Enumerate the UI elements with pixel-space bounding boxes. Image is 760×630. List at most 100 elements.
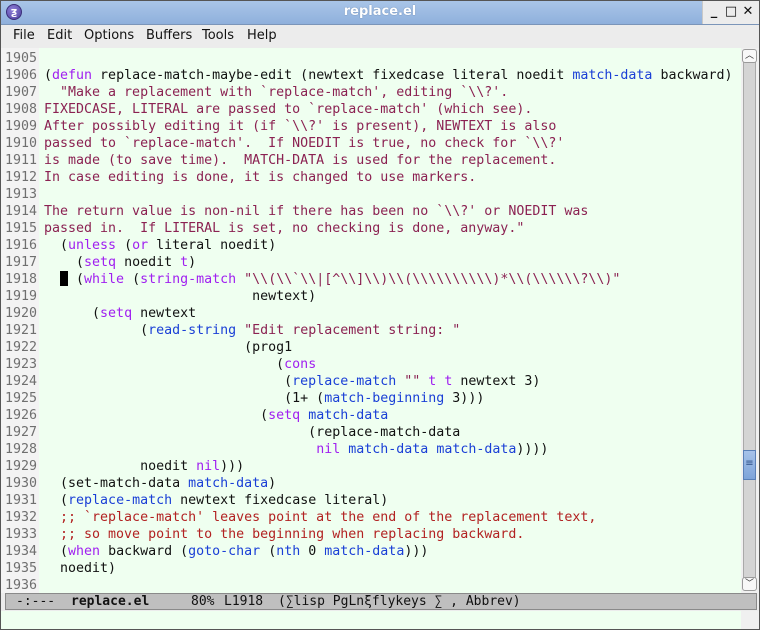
code-line: 1921 (read-string "Edit replacement stri… (1, 322, 733, 339)
menu-tools[interactable]: Tools (202, 28, 234, 43)
code-line: 1910 passed to `replace-match'. If NOEDIT… (1, 135, 733, 152)
line-number: 1909 (5, 119, 38, 134)
docstring: In case editing is done, it is changed t… (44, 170, 477, 185)
code-line: 1916 (unless (or literal noedit) (1, 237, 733, 254)
code-line: 1920 (setq newtext (1, 305, 733, 322)
line-number: 1934 (5, 544, 38, 559)
code-line: 1911 is made (to save time). MATCH-DATA i… (1, 152, 733, 169)
code-line: 1915 passed in. If LITERAL is set, no che… (1, 220, 733, 237)
vertical-scrollbar[interactable]: ︿ ≡ ﹀ (741, 48, 759, 593)
code-line: 1925 (1+ (match-beginning 3))) (1, 390, 733, 407)
modeline-buffer-name[interactable]: replace.el (71, 594, 149, 609)
line-number: 1907 (5, 85, 38, 100)
maximize-icon[interactable]: □ (724, 5, 738, 19)
modeline-position: 80% (191, 594, 215, 609)
code-line: 1933 ;; so move point to the beginning w… (1, 526, 733, 543)
docstring: passed to `replace-match'. If NOEDIT is … (44, 136, 565, 151)
menu-file[interactable]: File (13, 28, 35, 43)
line-number: 1933 (5, 527, 38, 542)
code-line: 1928 nil match-data match-data)))) (1, 441, 733, 458)
title-bar[interactable]: ƺ replace.el _ □ ✕ (1, 1, 759, 25)
line-number: 1912 (5, 170, 38, 185)
code-line: 1923 (cons (1, 356, 733, 373)
docstring: The return value is non-nil if there has… (44, 204, 589, 219)
line-number: 1908 (5, 102, 38, 117)
line-number: 1927 (5, 425, 38, 440)
menu-help[interactable]: Help (247, 28, 277, 43)
line-number: 1932 (5, 510, 38, 525)
code-line-current: 1918 (while (string-match "\\(\\`\\|[^\\… (1, 271, 733, 288)
line-number: 1920 (5, 306, 38, 321)
line-number: 1930 (5, 476, 38, 491)
code-line: 1926 (setq match-data (1, 407, 733, 424)
line-number: 1922 (5, 340, 38, 355)
modeline-modes[interactable]: (∑lisp PgLnξflykeys ∑ , Abbrev) (278, 594, 521, 609)
line-number: 1918 (5, 272, 38, 287)
code-line: 1927 (replace-match-data (1, 424, 733, 441)
code-line: 1936 (1, 577, 733, 593)
modeline-line: L1918 (224, 594, 264, 609)
editor-buffer[interactable]: 1905 1906 (defun replace-match-maybe-edit… (1, 48, 741, 593)
menu-options[interactable]: Options (84, 28, 134, 43)
code-line: 1924 (replace-match "" t t newtext 3) (1, 373, 733, 390)
scrollbar-track[interactable] (743, 60, 756, 580)
docstring: FIXEDCASE, LITERAL are passed to `replac… (44, 102, 533, 117)
minibuffer[interactable] (1, 611, 741, 629)
scroll-up-arrow-icon[interactable]: ︿ (742, 49, 757, 63)
code-line: 1929 noedit nil))) (1, 458, 733, 475)
mode-line[interactable]: -:--- replace.el 80% L1918 (∑lisp PgLnξf… (5, 593, 757, 610)
code-area[interactable]: 1905 1906 (defun replace-match-maybe-edit… (1, 50, 733, 593)
line-number: 1910 (5, 136, 38, 151)
code-line: 1934 (when backward (goto-char (nth 0 ma… (1, 543, 733, 560)
line-number: 1916 (5, 238, 38, 253)
text-cursor (60, 271, 69, 286)
code-line: 1930 (set-match-data match-data) (1, 475, 733, 492)
code-line: 1932 ;; `replace-match' leaves point at … (1, 509, 733, 526)
line-number: 1906 (5, 68, 38, 83)
line-number: 1935 (5, 561, 38, 576)
emacs-window: ƺ replace.el _ □ ✕ File Edit Options Buf… (0, 0, 760, 630)
line-number: 1921 (5, 323, 38, 338)
code-line: 1909 After possibly editing it (if `\\?' … (1, 118, 733, 135)
line-number: 1929 (5, 459, 38, 474)
docstring: is made (to save time). MATCH-DATA is us… (44, 153, 557, 168)
code-line: 1908 FIXEDCASE, LITERAL are passed to `re… (1, 101, 733, 118)
code-line: 1912 In case editing is done, it is chang… (1, 169, 733, 186)
menu-buffers[interactable]: Buffers (146, 28, 192, 43)
modeline-status: -:--- (16, 594, 56, 609)
scrollbar-thumb[interactable]: ≡ (743, 450, 756, 480)
line-number: 1914 (5, 204, 38, 219)
line-number: 1931 (5, 493, 38, 508)
code-line: 1906 (defun replace-match-maybe-edit (new… (1, 67, 733, 84)
code-line: 1917 (setq noedit t) (1, 254, 733, 271)
code-line: 1913 (1, 186, 733, 203)
menu-edit[interactable]: Edit (47, 28, 72, 43)
line-number: 1915 (5, 221, 38, 236)
line-number: 1917 (5, 255, 38, 270)
minibuffer-scrollbar-area (741, 611, 759, 629)
comment: ;; so move point to the beginning when r… (44, 527, 525, 542)
code-line: 1914 The return value is non-nil if there… (1, 203, 733, 220)
code-line: 1907 "Make a replacement with `replace-m… (1, 84, 733, 101)
minimize-icon[interactable]: _ (707, 5, 721, 19)
line-number: 1936 (5, 578, 38, 593)
line-number: 1905 (5, 51, 38, 66)
line-number: 1926 (5, 408, 38, 423)
docstring: After possibly editing it (if `\\?' is p… (44, 119, 557, 134)
code-line: 1919 newtext) (1, 288, 733, 305)
window-controls: _ □ ✕ (702, 1, 759, 24)
docstring: passed in. If LITERAL is set, no checkin… (44, 221, 525, 236)
line-number: 1913 (5, 187, 38, 202)
window-title: replace.el (343, 4, 417, 19)
scroll-down-arrow-icon[interactable]: ﹀ (742, 577, 757, 591)
line-number: 1925 (5, 391, 38, 406)
line-number: 1928 (5, 442, 38, 457)
code-line: 1922 (prog1 (1, 339, 733, 356)
comment: ;; `replace-match' leaves point at the e… (44, 510, 597, 525)
close-icon[interactable]: ✕ (741, 5, 755, 19)
code-line: 1905 (1, 50, 733, 67)
line-number: 1919 (5, 289, 38, 304)
line-number: 1923 (5, 357, 38, 372)
line-number: 1924 (5, 374, 38, 389)
code-line: 1931 (replace-match newtext fixedcase li… (1, 492, 733, 509)
